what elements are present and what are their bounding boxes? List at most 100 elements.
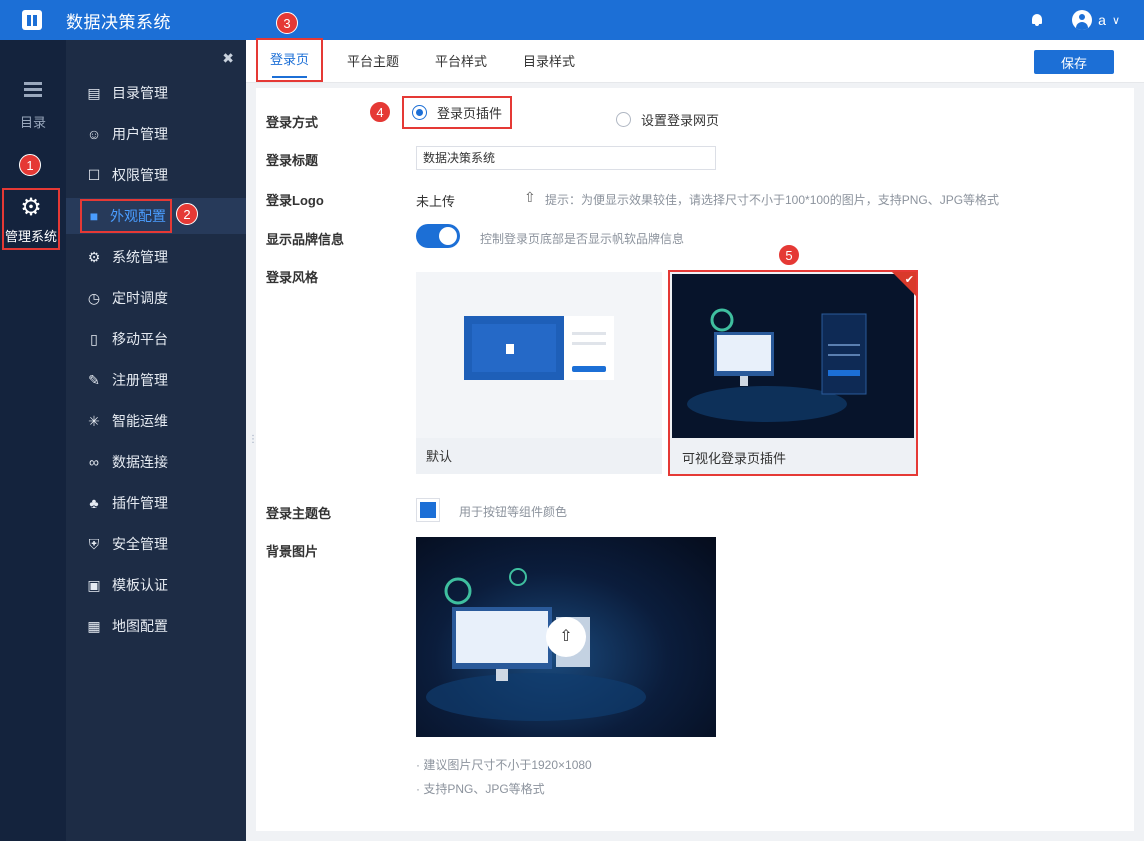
theme-color-hint: 用于按钮等组件颜色 <box>459 505 568 519</box>
tab-platform-style[interactable]: 平台样式 <box>435 40 487 83</box>
sidebar-item-label: 移动平台 <box>112 331 168 347</box>
user-menu[interactable]: a ∨ <box>1072 10 1120 30</box>
gear-icon: ⚙ <box>87 248 101 265</box>
link-icon: ∞ <box>89 454 99 470</box>
background-image-preview[interactable]: ⇧ <box>416 537 716 737</box>
brand-info-label: 显示品牌信息 <box>266 232 345 247</box>
logo-hint: 提示：为便显示效果较佳，请选择尺寸不小于100*100的图片，支持PNG、JPG… <box>545 193 1000 207</box>
rail-admin-label: 管理系统 <box>4 229 57 244</box>
annotation-badge-2: 2 <box>176 203 198 225</box>
selected-check-icon: ✔ <box>892 272 916 296</box>
radio-login-plugin[interactable]: 登录页插件 <box>402 96 513 129</box>
map-icon: ▦ <box>87 617 101 634</box>
save-button[interactable]: 保存 <box>1034 50 1114 74</box>
sidebar-item-mobile[interactable]: ▯ 移动平台 <box>66 321 246 357</box>
top-bar: 数据决策系统 a ∨ <box>0 0 1144 40</box>
sidebar-item-label: 模板认证 <box>112 577 168 593</box>
tab-bar: 登录页 平台主题 平台样式 目录样式 保存 <box>246 38 1144 83</box>
annotation-badge-4: 4 <box>369 101 391 123</box>
visual-style-thumbnail <box>672 274 914 438</box>
sidebar-item-label: 插件管理 <box>112 495 168 511</box>
rail-item-catalog[interactable]: 目录 <box>0 82 66 131</box>
sidebar-item-register[interactable]: ✎ 注册管理 <box>66 362 246 398</box>
upload-icon[interactable]: ⇧ <box>524 189 536 206</box>
sidebar-item-data-connection[interactable]: ∞ 数据连接 <box>66 444 246 480</box>
login-style-label: 登录风格 <box>266 270 319 285</box>
sidebar-item-label: 外观配置 <box>110 208 166 224</box>
list-icon <box>24 82 42 98</box>
sidebar-item-security[interactable]: ⛨ 安全管理 <box>66 526 246 562</box>
radio-dot <box>616 112 631 127</box>
sidebar-item-appearance[interactable]: ■ 外观配置 <box>66 198 246 234</box>
logo-label: 登录Logo <box>266 193 324 208</box>
pin-icon[interactable]: ✖ <box>222 50 234 67</box>
sidebar-item-catalog[interactable]: ▤ 目录管理 <box>66 75 246 111</box>
sidebar-item-label: 智能运维 <box>112 413 168 429</box>
ops-icon: ✳ <box>88 412 100 429</box>
sidebar-item-label: 用户管理 <box>112 126 168 142</box>
sidebar-item-plugins[interactable]: ♣ 插件管理 <box>66 485 246 521</box>
sidebar-item-label: 注册管理 <box>112 372 168 388</box>
sidebar-item-label: 权限管理 <box>112 167 168 183</box>
rail-item-admin[interactable]: ⚙ 管理系统 <box>2 188 60 250</box>
shield-icon: ⛨ <box>88 535 100 552</box>
register-icon: ✎ <box>88 371 100 388</box>
brand-info-hint: 控制登录页底部是否显示帆软品牌信息 <box>480 232 685 246</box>
sidebar-item-users[interactable]: ☺ 用户管理 <box>66 116 246 152</box>
user-icon: ☺ <box>86 126 102 142</box>
avatar <box>1072 10 1093 30</box>
brand-info-toggle[interactable] <box>416 224 460 248</box>
background-image-label: 背景图片 <box>266 544 319 559</box>
bell-icon[interactable] <box>1030 13 1044 27</box>
login-title-input[interactable]: 数据决策系统 <box>416 146 716 170</box>
sidebar-item-label: 系统管理 <box>112 249 168 265</box>
logo-status: 未上传 <box>416 194 456 209</box>
sidebar-item-system[interactable]: ⚙ 系统管理 <box>66 239 246 275</box>
annotation-badge-3: 3 <box>276 12 298 34</box>
annotation-badge-1: 1 <box>19 154 41 176</box>
sidebar-item-template-auth[interactable]: ▣ 模板认证 <box>66 567 246 603</box>
style-card-default[interactable]: 默认 <box>416 272 662 474</box>
default-style-thumbnail <box>416 272 662 438</box>
login-mode-label: 登录方式 <box>266 115 319 130</box>
tab-platform-theme[interactable]: 平台主题 <box>347 40 399 83</box>
mobile-icon: ▯ <box>90 330 98 347</box>
sidebar-item-label: 数据连接 <box>112 454 168 470</box>
style-card-visual-plugin[interactable]: ✔ 可视化登录页插件 <box>668 270 918 476</box>
style-card-caption: 默认 <box>426 449 453 464</box>
radio-label: 登录页插件 <box>437 106 503 121</box>
template-icon: ▣ <box>87 576 101 593</box>
user-name: a <box>1098 12 1106 28</box>
plugin-icon: ♣ <box>89 495 99 511</box>
annotation-badge-5: 5 <box>778 244 800 266</box>
brush-icon: ■ <box>89 208 99 224</box>
radio-dot <box>412 105 427 120</box>
sidebar-item-map[interactable]: ▦ 地图配置 <box>66 608 246 644</box>
tab-catalog-style[interactable]: 目录样式 <box>523 40 575 83</box>
catalog-icon: ▤ <box>87 84 101 101</box>
login-settings-panel: 登录方式 登录页插件 设置登录网页 登录标题 数据决策系统 登录Logo 未上传… <box>256 88 1134 831</box>
color-swatch-fill <box>420 502 436 518</box>
lock-icon: ☐ <box>87 166 101 183</box>
radio-label: 设置登录网页 <box>641 113 720 128</box>
app-logo-icon <box>22 10 42 30</box>
app-title: 数据决策系统 <box>66 12 171 32</box>
bg-note-size: · 建议图片尺寸不小于1920×1080 <box>416 758 592 772</box>
upload-icon[interactable]: ⇧ <box>546 617 586 657</box>
theme-color-label: 登录主题色 <box>266 506 332 521</box>
sidebar-item-schedule[interactable]: ◷ 定时调度 <box>66 280 246 316</box>
sidebar-item-label: 定时调度 <box>112 290 168 306</box>
sidebar-item-ops[interactable]: ✳ 智能运维 <box>66 403 246 439</box>
sidebar-item-permissions[interactable]: ☐ 权限管理 <box>66 157 246 193</box>
chevron-down-icon: ∨ <box>1111 14 1120 27</box>
gear-icon: ⚙ <box>20 194 42 221</box>
login-title-label: 登录标题 <box>266 153 319 168</box>
tab-login-page[interactable]: 登录页 <box>256 38 324 82</box>
timer-icon: ◷ <box>87 289 101 306</box>
sidebar-item-label: 目录管理 <box>112 85 168 101</box>
theme-color-picker[interactable] <box>416 498 440 522</box>
sidebar-item-label: 安全管理 <box>112 536 168 552</box>
sidebar-item-label: 地图配置 <box>112 618 168 634</box>
radio-login-webpage[interactable]: 设置登录网页 <box>616 110 719 129</box>
sidebar: ✖ ▤ 目录管理 ☺ 用户管理 ☐ 权限管理 ■ 外观配置 ⚙ 系统管理 ◷ 定时调度 ▯ 移… <box>66 40 246 841</box>
